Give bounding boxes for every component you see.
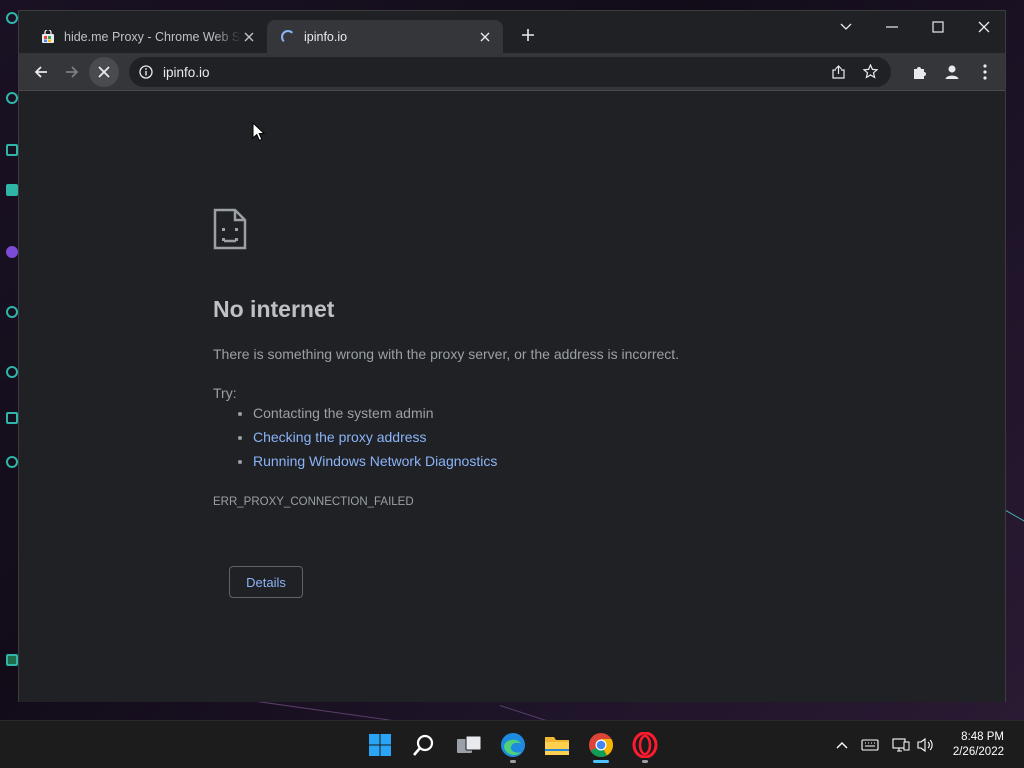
- error-page: No internet There is something wrong wit…: [19, 92, 1005, 702]
- extensions-button[interactable]: [905, 57, 935, 87]
- sad-document-icon: [213, 208, 247, 250]
- maximize-button[interactable]: [915, 11, 961, 43]
- desktop-app-icon[interactable]: [6, 246, 18, 258]
- wallpaper-line: [1005, 510, 1024, 526]
- url-text: ipinfo.io: [163, 64, 210, 80]
- tab-title: ipinfo.io: [304, 29, 348, 44]
- plus-icon: [522, 29, 534, 41]
- taskbar-file-explorer[interactable]: [539, 727, 575, 763]
- forward-button[interactable]: [57, 57, 87, 87]
- chrome-web-store-icon: [42, 29, 54, 43]
- taskbar-edge[interactable]: [495, 727, 531, 763]
- desktop-app-icon[interactable]: [6, 184, 18, 196]
- close-icon: [98, 66, 110, 78]
- browser-toolbar: ipinfo.io: [19, 53, 1005, 91]
- error-code: ERR_PROXY_CONNECTION_FAILED: [213, 496, 414, 508]
- taskbar-chrome[interactable]: [583, 727, 619, 763]
- edge-icon: [501, 733, 525, 757]
- clock-time: 8:48 PM: [961, 731, 1004, 743]
- desktop-app-icon[interactable]: [6, 456, 18, 468]
- keyboard-tray-button[interactable]: [860, 735, 880, 755]
- tab-hide-me-proxy[interactable]: hide.me Proxy - Chrome Web Store: [27, 20, 267, 53]
- minimize-button[interactable]: [869, 11, 915, 43]
- start-icon: [369, 734, 391, 756]
- menu-button[interactable]: [970, 57, 1000, 87]
- file-explorer-icon: [545, 737, 569, 755]
- network-icon: [892, 738, 910, 752]
- error-message: There is something wrong with the proxy …: [213, 346, 680, 362]
- details-button[interactable]: Details: [229, 566, 303, 598]
- network-tray-button[interactable]: [891, 735, 911, 755]
- tab-ipinfo[interactable]: ipinfo.io: [267, 20, 503, 53]
- desktop-app-icon[interactable]: [6, 92, 18, 104]
- desktop-app-icon[interactable]: [6, 12, 18, 24]
- close-tab-icon[interactable]: [477, 29, 493, 45]
- bookmark-star-icon[interactable]: [863, 64, 878, 79]
- active-indicator: [593, 760, 609, 763]
- taskbar-opera[interactable]: [627, 727, 663, 763]
- volume-icon: [917, 737, 933, 753]
- running-indicator: [642, 760, 648, 763]
- windows-taskbar: 8:48 PM 2/26/2022: [0, 720, 1024, 768]
- taskbar-search-button[interactable]: [406, 727, 442, 763]
- arrow-right-icon: [66, 66, 79, 78]
- stop-loading-button[interactable]: [89, 57, 119, 87]
- new-tab-button[interactable]: [517, 25, 539, 47]
- share-icon[interactable]: [831, 65, 846, 79]
- info-icon[interactable]: [139, 65, 153, 79]
- maximize-icon: [932, 21, 944, 33]
- chevron-up-icon: [836, 742, 848, 749]
- puzzle-icon: [914, 67, 926, 79]
- tab-title: hide.me Proxy - Chrome Web Store: [64, 29, 241, 44]
- wallpaper-line: [499, 705, 615, 720]
- close-tab-icon[interactable]: [241, 29, 257, 45]
- address-bar[interactable]: ipinfo.io: [129, 57, 891, 87]
- desktop-app-icon[interactable]: [6, 306, 18, 318]
- chrome-icon: [589, 733, 614, 758]
- tab-search-button[interactable]: [823, 11, 869, 43]
- arrow-left-icon: [34, 66, 47, 78]
- running-indicator: [510, 760, 516, 763]
- taskbar-clock[interactable]: 8:48 PM 2/26/2022: [953, 730, 1004, 760]
- person-icon: [945, 65, 959, 79]
- keyboard-icon: [861, 739, 879, 751]
- minimize-icon: [886, 26, 898, 28]
- suggestions-list: Contacting the system admin Checking the…: [213, 401, 497, 473]
- mouse-cursor-icon: [252, 122, 266, 142]
- suggestion-check-proxy-link[interactable]: Checking the proxy address: [253, 425, 497, 449]
- suggestion-network-diagnostics-link[interactable]: Running Windows Network Diagnostics: [253, 449, 497, 473]
- desktop-app-icon[interactable]: [6, 144, 18, 156]
- back-button[interactable]: [26, 57, 56, 87]
- profile-button[interactable]: [937, 57, 967, 87]
- show-hidden-icons-button[interactable]: [832, 735, 852, 755]
- volume-tray-button[interactable]: [916, 735, 936, 755]
- loading-spinner-icon: [281, 29, 295, 44]
- try-label: Try:: [213, 385, 237, 401]
- close-window-button[interactable]: [961, 11, 1007, 43]
- chevron-down-icon: [840, 23, 852, 30]
- desktop-app-icon[interactable]: [6, 412, 18, 424]
- chrome-window: hide.me Proxy - Chrome Web Store ipinfo.…: [18, 10, 1006, 702]
- suggestion-contact-admin: Contacting the system admin: [253, 401, 497, 425]
- tab-strip: hide.me Proxy - Chrome Web Store ipinfo.…: [19, 11, 1005, 53]
- task-view-button[interactable]: [451, 727, 487, 763]
- task-view-icon: [457, 735, 482, 753]
- wallpaper-line: [249, 700, 449, 720]
- desktop-app-icon[interactable]: [6, 366, 18, 378]
- start-button[interactable]: [362, 727, 398, 763]
- close-icon: [978, 21, 990, 33]
- desktop-app-icon[interactable]: [6, 654, 18, 666]
- error-title: No internet: [213, 296, 335, 322]
- clock-date: 2/26/2022: [952, 746, 1004, 758]
- search-icon: [413, 734, 434, 756]
- more-vertical-icon: [983, 64, 987, 80]
- opera-icon: [632, 732, 658, 758]
